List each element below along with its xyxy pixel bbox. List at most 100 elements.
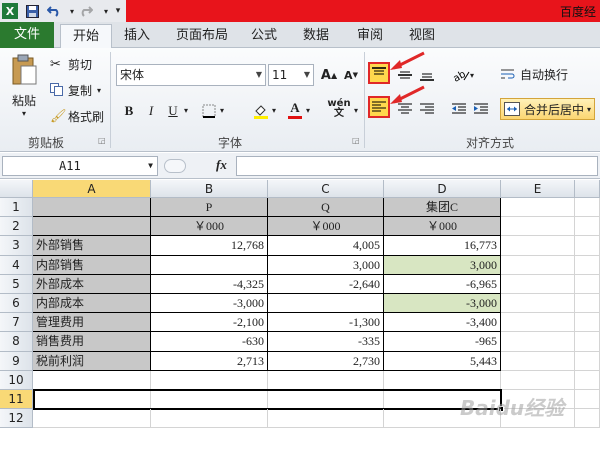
wrap-text-button[interactable]: 自动换行 — [500, 66, 568, 83]
orientation-button[interactable]: ab ▾ — [448, 64, 478, 86]
decrease-indent-button[interactable] — [448, 98, 470, 120]
cell-c3[interactable]: 4,005 — [268, 236, 384, 256]
cell-a8[interactable]: 销售费用 — [33, 332, 151, 352]
tab-review[interactable]: 审阅 — [350, 24, 390, 48]
cell-f6[interactable] — [575, 294, 600, 314]
align-left-button[interactable] — [368, 96, 390, 118]
row-header-12[interactable]: 12 — [0, 409, 33, 429]
cell-d7[interactable]: -3,400 — [384, 313, 501, 333]
cell-c4[interactable]: 3,000 — [268, 255, 384, 275]
cell-c1[interactable]: Q — [268, 198, 384, 218]
row-header-11[interactable]: 11 — [0, 390, 33, 410]
font-color-button[interactable]: A — [284, 98, 306, 120]
column-header-a[interactable]: A — [33, 180, 151, 198]
cell-d6[interactable]: -3,000 — [384, 294, 501, 314]
cell-e3[interactable] — [501, 236, 575, 256]
cell-a3[interactable]: 外部销售 — [33, 236, 151, 256]
insert-function-button[interactable]: fx — [216, 157, 227, 173]
cell-e10[interactable] — [501, 370, 575, 390]
cell-d4[interactable]: 3,000 — [384, 255, 501, 275]
cell-c9[interactable]: 2,730 — [268, 351, 384, 371]
cell-f4[interactable] — [575, 255, 600, 275]
tab-insert[interactable]: 插入 — [116, 24, 158, 48]
cell-b9[interactable]: 2,713 — [151, 351, 268, 371]
customize-toolbar-icon[interactable]: ▾ — [110, 3, 126, 19]
cell-b4[interactable] — [151, 255, 268, 275]
underline-dropdown-icon[interactable]: ▾ — [184, 106, 188, 115]
tab-formulas[interactable]: 公式 — [244, 24, 284, 48]
cut-button[interactable]: ✂ 剪切 — [50, 56, 92, 73]
font-color-dropdown-icon[interactable]: ▾ — [306, 106, 310, 115]
font-size-select[interactable]: 11 ▼ — [268, 64, 314, 86]
cell-a5[interactable]: 外部成本 — [33, 274, 151, 294]
cell-e2[interactable] — [501, 217, 575, 237]
row-header-8[interactable]: 8 — [0, 332, 33, 352]
cell-f12[interactable] — [575, 409, 600, 429]
phonetic-button[interactable]: wén 文 — [326, 98, 352, 120]
fill-color-button[interactable] — [250, 100, 272, 122]
tab-data[interactable]: 数据 — [296, 24, 336, 48]
merge-center-button[interactable]: 合并后居中 ▾ — [500, 98, 596, 120]
cell-a4[interactable]: 内部销售 — [33, 255, 151, 275]
cell-a7[interactable]: 管理费用 — [33, 313, 151, 333]
cell-f1[interactable] — [575, 198, 600, 218]
cell-b10[interactable] — [151, 370, 268, 390]
column-header-b[interactable]: B — [151, 180, 268, 198]
cell-b1[interactable]: P — [151, 198, 268, 218]
cell-e4[interactable] — [501, 255, 575, 275]
align-top-button[interactable] — [368, 62, 390, 84]
tab-home[interactable]: 开始 — [60, 24, 112, 49]
cell-a10[interactable] — [33, 370, 151, 390]
clipboard-launcher-icon[interactable]: ◲ — [98, 136, 106, 145]
copy-button[interactable]: 复制 ▾ — [50, 82, 101, 99]
cell-e6[interactable] — [501, 294, 575, 314]
tab-file[interactable]: 文件 — [0, 22, 54, 48]
cell-d10[interactable] — [384, 370, 501, 390]
column-header-e[interactable]: E — [501, 180, 575, 198]
cell-f8[interactable] — [575, 332, 600, 352]
bold-button[interactable]: B — [118, 100, 140, 122]
column-header-c[interactable]: C — [268, 180, 384, 198]
cell-d9[interactable]: 5,443 — [384, 351, 501, 371]
fill-color-dropdown-icon[interactable]: ▾ — [272, 106, 276, 115]
row-header-9[interactable]: 9 — [0, 351, 33, 371]
row-header-1[interactable]: 1 — [0, 198, 33, 218]
cell-e7[interactable] — [501, 313, 575, 333]
cell-a6[interactable]: 内部成本 — [33, 294, 151, 314]
cell-f5[interactable] — [575, 274, 600, 294]
cell-e8[interactable] — [501, 332, 575, 352]
cell-d1[interactable]: 集团C — [384, 198, 501, 218]
cell-e5[interactable] — [501, 274, 575, 294]
cell-d8[interactable]: -965 — [384, 332, 501, 352]
cell-d2[interactable]: ￥000 — [384, 217, 501, 237]
cell-b2[interactable]: ￥000 — [151, 217, 268, 237]
cell-f11[interactable] — [575, 390, 600, 410]
borders-dropdown-icon[interactable]: ▾ — [220, 106, 224, 115]
shrink-font-button[interactable]: A ▼ — [340, 64, 362, 86]
cell-f3[interactable] — [575, 236, 600, 256]
phonetic-dropdown-icon[interactable]: ▾ — [354, 106, 358, 115]
row-header-2[interactable]: 2 — [0, 217, 33, 237]
row-header-3[interactable]: 3 — [0, 236, 33, 256]
formula-input[interactable] — [236, 156, 598, 176]
cell-f7[interactable] — [575, 313, 600, 333]
column-header-f[interactable] — [575, 180, 600, 198]
row-header-4[interactable]: 4 — [0, 255, 33, 275]
row-header-10[interactable]: 10 — [0, 370, 33, 390]
cell-c6[interactable] — [268, 294, 384, 314]
cell-f9[interactable] — [575, 351, 600, 371]
tab-view[interactable]: 视图 — [402, 24, 442, 48]
cell-c8[interactable]: -335 — [268, 332, 384, 352]
cell-b6[interactable]: -3,000 — [151, 294, 268, 314]
cell-d5[interactable]: -6,965 — [384, 274, 501, 294]
column-header-d[interactable]: D — [384, 180, 501, 198]
name-box[interactable]: A11 ▼ — [2, 156, 158, 176]
paste-button[interactable]: 粘贴 ▾ — [6, 54, 42, 126]
tab-page-layout[interactable]: 页面布局 — [170, 24, 234, 48]
cell-a9[interactable]: 税前利润 — [33, 351, 151, 371]
cell-a1[interactable] — [33, 198, 151, 218]
cell-c10[interactable] — [268, 370, 384, 390]
row-header-7[interactable]: 7 — [0, 313, 33, 333]
cell-e1[interactable] — [501, 198, 575, 218]
grow-font-button[interactable]: A ▲ — [318, 64, 340, 86]
